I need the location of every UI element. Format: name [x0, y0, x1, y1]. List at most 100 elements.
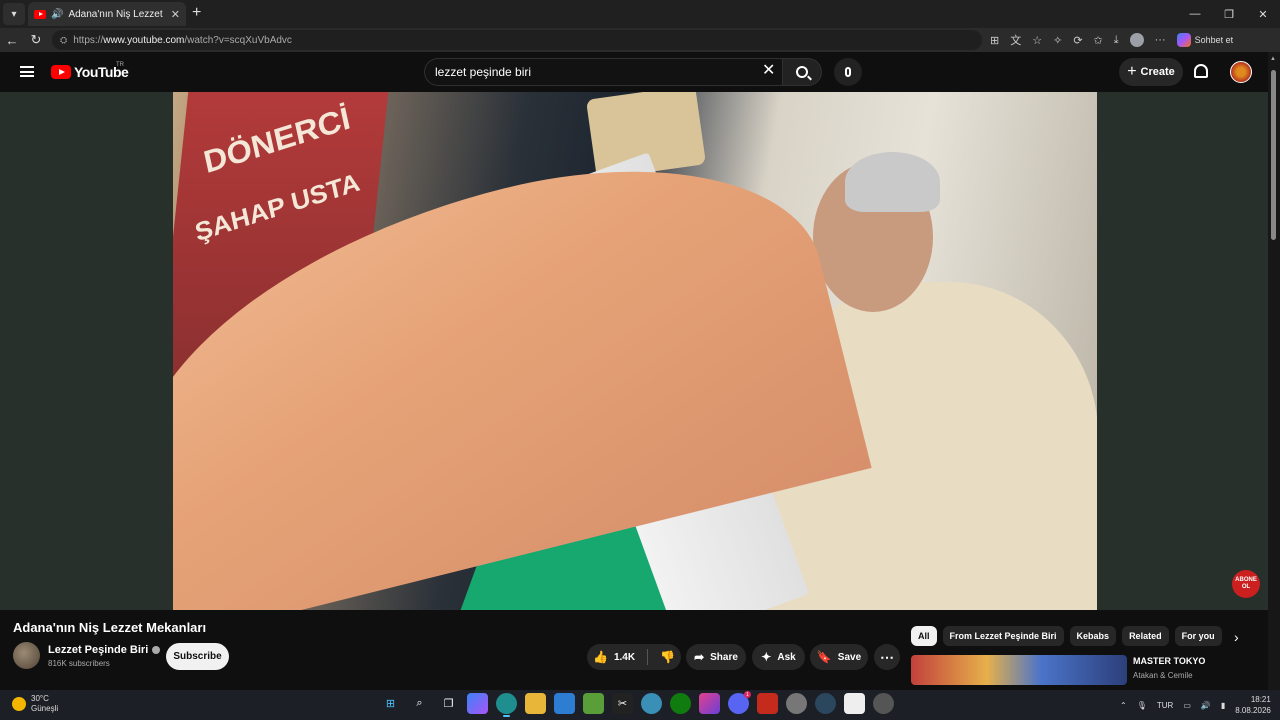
steam-icon[interactable] — [815, 693, 836, 714]
search-input[interactable]: lezzet peşinde biri — [424, 58, 786, 86]
subscribe-button[interactable]: Subscribe — [166, 643, 229, 670]
search-button[interactable] — [782, 58, 822, 86]
close-window-icon[interactable]: ✕ — [1246, 0, 1280, 28]
restore-icon[interactable]: ❐ — [1212, 0, 1246, 28]
minimize-icon[interactable]: — — [1178, 0, 1212, 28]
menu-icon[interactable] — [20, 66, 34, 77]
profile-avatar[interactable] — [1129, 33, 1144, 47]
search-query: lezzet peşinde biri — [435, 65, 532, 79]
weather-text: 30°C Güneşli — [31, 694, 58, 714]
translate-icon[interactable]: 文 — [1010, 32, 1021, 48]
new-tab-button[interactable]: + — [192, 4, 201, 22]
share-button[interactable]: ➦ Share — [686, 644, 746, 670]
extensions-icon[interactable]: ✧ — [1053, 34, 1062, 47]
chip-kebabs[interactable]: Kebabs — [1069, 626, 1117, 646]
thumbs-down-icon[interactable]: 👎 — [660, 650, 675, 664]
refresh-icon[interactable]: ↻ — [24, 32, 48, 48]
capcut-icon[interactable]: ✂ — [612, 693, 633, 714]
search-taskbar-icon[interactable]: ⌕ — [409, 693, 430, 714]
copilot-icon — [1176, 33, 1191, 47]
tray-mic-icon[interactable]: 🎙 — [1137, 701, 1147, 710]
display-icon[interactable]: ▭ — [1183, 701, 1191, 710]
channel-name[interactable]: Lezzet Peşinde Biri — [48, 644, 161, 656]
task-view-icon[interactable]: ❐ — [438, 693, 459, 714]
account-avatar[interactable] — [1230, 61, 1252, 83]
more-options-icon[interactable]: ··· — [1155, 34, 1166, 46]
create-button[interactable]: + Create — [1119, 58, 1183, 86]
temperature: 30°C — [31, 694, 49, 703]
url-text: https://www.youtube.com/watch?v=scqXuVbA… — [73, 34, 292, 46]
alien-app-icon[interactable] — [873, 693, 894, 714]
shield-icon[interactable] — [786, 693, 807, 714]
file-explorer-icon[interactable] — [525, 693, 546, 714]
downloads-icon[interactable]: ⤓ — [1114, 34, 1119, 47]
recommended-video-channel: Atakan & Cemile — [1133, 671, 1193, 680]
copilot-button[interactable]: Sohbet et — [1176, 33, 1233, 47]
document-icon[interactable] — [844, 693, 865, 714]
video-frame[interactable]: DÖNERCİ ŞAHAP USTA — [173, 92, 1097, 610]
language-indicator[interactable]: TUR — [1157, 701, 1173, 710]
clear-search-icon[interactable]: ✕ — [762, 62, 775, 80]
divider — [647, 649, 649, 665]
volume-icon[interactable]: 🔊 — [1201, 701, 1211, 710]
system-tray: ⌃ 🎙 TUR ▭ 🔊 ▮ 18:21 8.08.2026 — [1120, 690, 1271, 720]
scroll-up-icon[interactable]: ▲ — [1270, 56, 1276, 62]
weather-widget[interactable]: 30°C Güneşli — [12, 694, 58, 714]
app-available-icon[interactable]: ⊞ — [990, 34, 999, 47]
video-app-icon[interactable] — [757, 693, 778, 714]
chip-related[interactable]: Related — [1122, 626, 1169, 646]
voice-search-button[interactable] — [834, 58, 862, 86]
scrollbar-thumb[interactable] — [1271, 70, 1276, 240]
chip-for-you[interactable]: For you — [1174, 626, 1222, 646]
channel-avatar[interactable] — [13, 642, 40, 669]
weather-condition: Güneşli — [31, 704, 59, 713]
browser-tabstrip: ▾ 🔊 Adana'nın Niş Lezzet Mekanları - You… — [0, 0, 1280, 28]
store-icon[interactable] — [554, 693, 575, 714]
share-label: Share — [710, 651, 738, 663]
chevron-right-icon[interactable]: › — [1234, 629, 1239, 645]
copilot-taskbar-icon[interactable] — [467, 693, 488, 714]
subscribe-watermark[interactable]: ABONE OL — [1232, 570, 1260, 598]
favorites-icon[interactable]: ✩ — [1094, 34, 1103, 47]
site-info-icon[interactable]: ⛭ — [60, 35, 67, 46]
browser-tab-active[interactable]: 🔊 Adana'nın Niş Lezzet Mekanları - YouTu… — [28, 2, 186, 26]
start-windows-icon[interactable]: ⊞ — [380, 693, 401, 714]
like-button[interactable]: 👍 1.4K — [593, 650, 635, 664]
ask-button[interactable]: ✦ Ask — [752, 644, 805, 670]
tab-title: Adana'nın Niş Lezzet Mekanları - YouTube — [68, 8, 165, 20]
tab-actions-menu-icon[interactable]: ▾ — [3, 3, 25, 25]
globe-app-icon[interactable] — [641, 693, 662, 714]
man-hair — [845, 152, 940, 212]
back-arrow-icon[interactable]: ← — [0, 33, 24, 48]
recommended-video-thumbnail[interactable] — [911, 655, 1127, 685]
more-actions-button[interactable]: ⋯ — [874, 644, 900, 670]
xbox-icon[interactable] — [670, 693, 691, 714]
chip-all[interactable]: All — [911, 626, 937, 646]
battery-icon[interactable]: ▮ — [1221, 701, 1225, 710]
sun-icon — [12, 697, 26, 711]
chip-from-channel[interactable]: From Lezzet Peşinde Biri — [942, 626, 1064, 646]
favorite-star-icon[interactable]: ☆ — [1032, 34, 1042, 47]
recommended-video-title[interactable]: MASTER TOKYO — [1133, 656, 1205, 666]
subscriber-count: 816K subscribers — [48, 659, 110, 668]
video-player[interactable]: DÖNERCİ ŞAHAP USTA ABONE OL — [0, 92, 1268, 610]
speaker-icon[interactable]: 🔊 — [51, 9, 63, 20]
tray-chevron-up-icon[interactable]: ⌃ — [1120, 701, 1127, 710]
discord-icon[interactable]: 1 — [728, 691, 751, 714]
bookmark-icon: 🔖 — [816, 650, 832, 664]
channel-name-text: Lezzet Peşinde Biri — [48, 644, 149, 656]
thumbs-up-icon: 👍 — [592, 650, 608, 664]
read-aloud-icon[interactable]: ⟳ — [1073, 34, 1082, 47]
minecraft-icon[interactable] — [583, 693, 604, 714]
m365-icon[interactable] — [699, 693, 720, 714]
close-tab-icon[interactable]: ✕ — [171, 8, 180, 21]
page-scrollbar[interactable]: ▲ — [1268, 52, 1280, 690]
clock[interactable]: 18:21 8.08.2026 — [1235, 694, 1271, 716]
save-button[interactable]: 🔖 Save — [810, 644, 868, 670]
edge-browser-icon[interactable] — [496, 693, 517, 717]
notifications-bell-icon[interactable] — [1194, 64, 1208, 78]
create-label: Create — [1140, 66, 1175, 78]
address-bar[interactable]: ⛭ https://www.youtube.com/watch?v=scqXuV… — [52, 30, 982, 50]
sign-text-usta: ŞAHAP USTA — [192, 167, 363, 248]
more-dots-icon: ⋯ — [880, 648, 894, 665]
